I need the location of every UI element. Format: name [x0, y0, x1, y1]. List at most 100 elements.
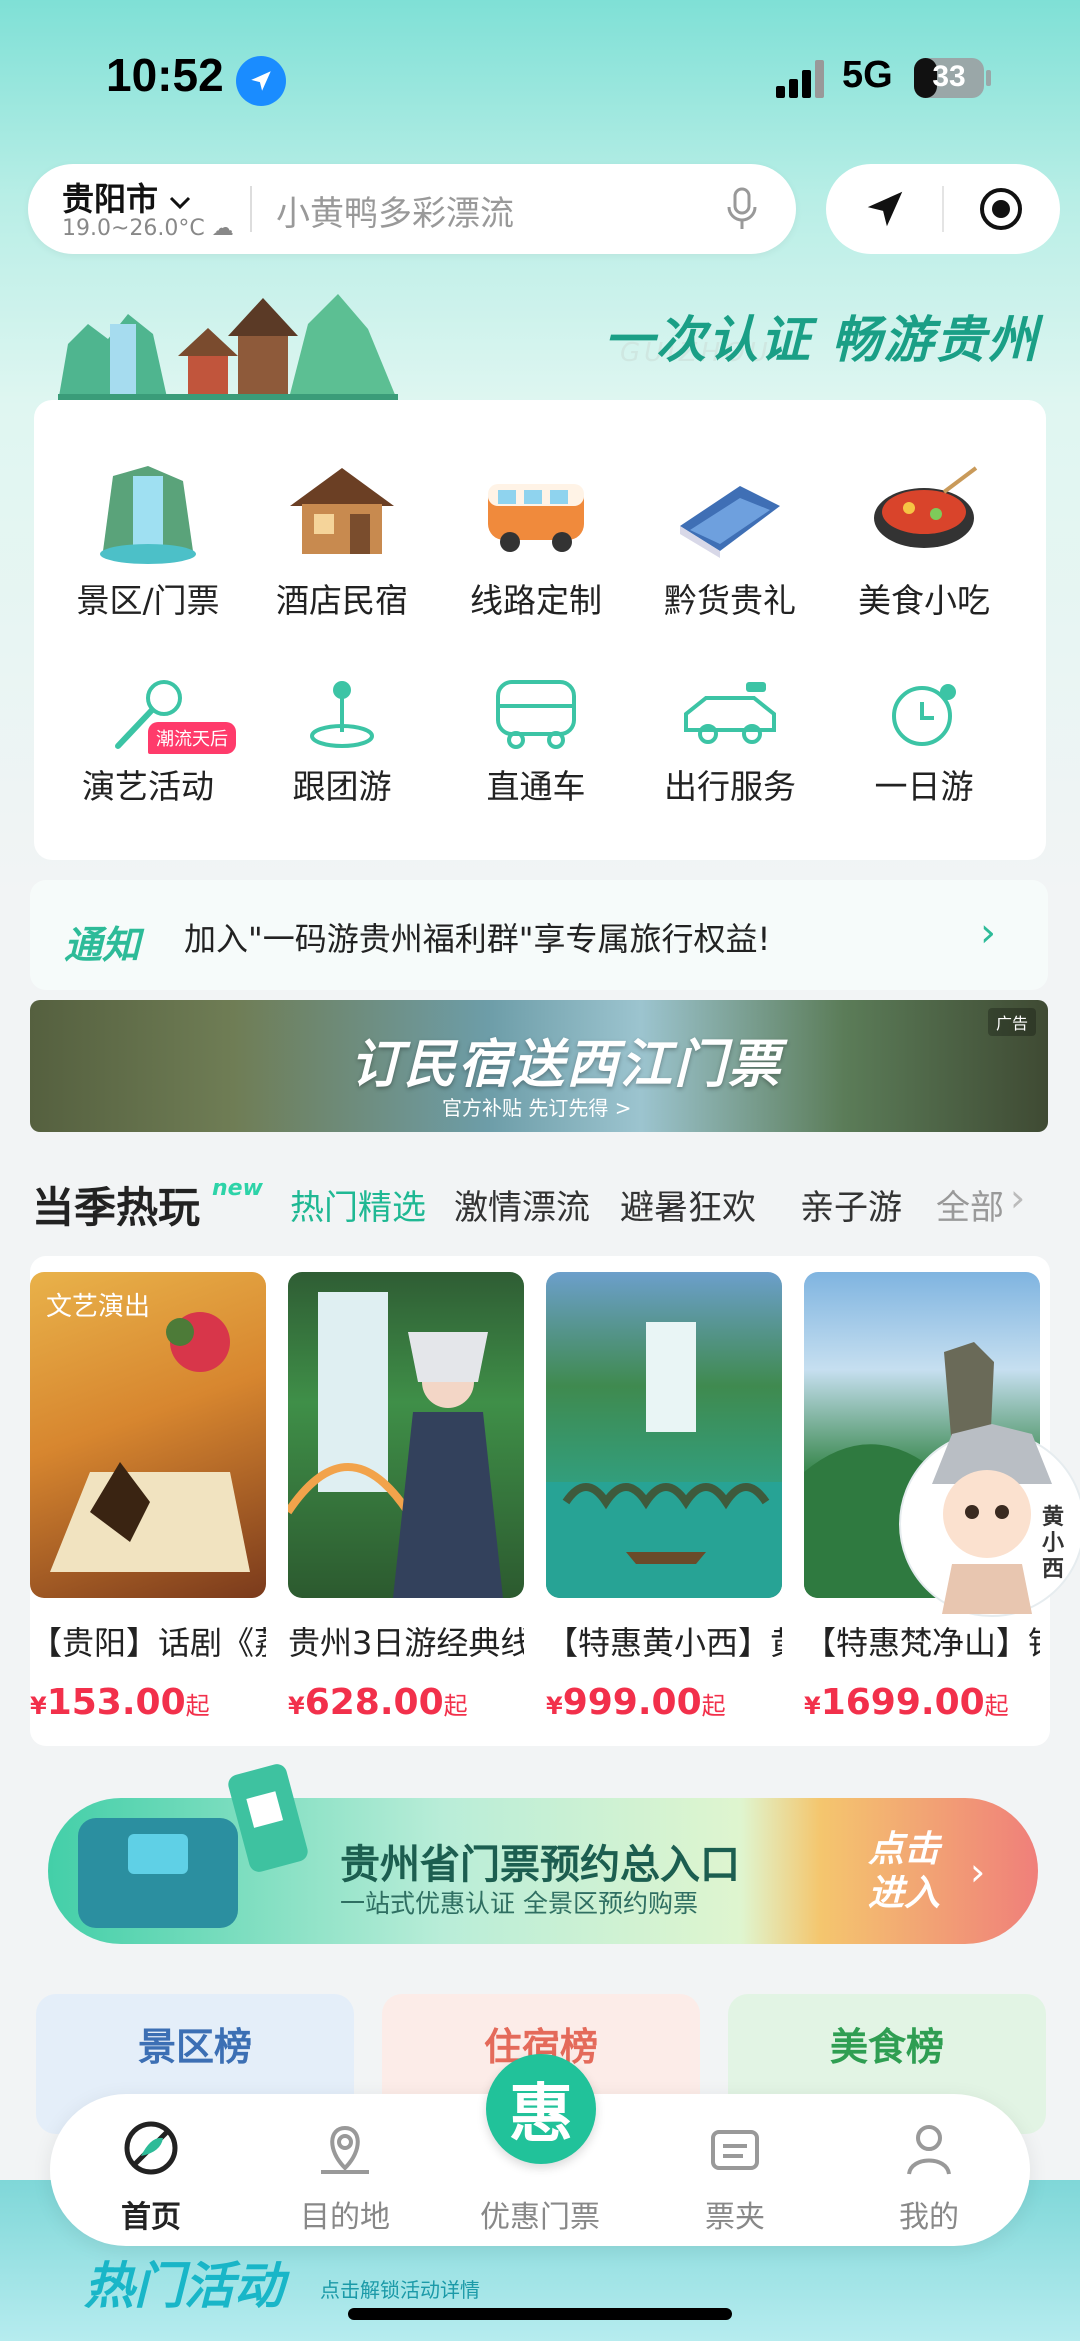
weather-text: 19.0~26.0°C ☁ [62, 216, 234, 241]
header-actions [826, 164, 1060, 254]
clock-icon [864, 676, 984, 752]
cloud-icon: ☁ [211, 216, 234, 241]
currency: ¥ [546, 1692, 563, 1720]
nav-home[interactable]: 首页 [76, 2116, 226, 2236]
category-scenic-tickets[interactable]: 景区/门票 [58, 456, 238, 622]
category-travel-service[interactable]: 出行服务 [640, 676, 820, 808]
category-label: 一日游 [874, 767, 974, 806]
product-price: ¥1699.00起 [804, 1682, 1040, 1723]
category-label: 黔货贵礼 [664, 581, 796, 620]
entry-subtitle: 一站式优惠认证 全景区预约购票 [340, 1889, 698, 1918]
product-name: 【特惠梵净山】铜仁 [804, 1624, 1040, 1662]
product-price: ¥999.00起 [546, 1682, 782, 1723]
search-input[interactable]: 小黄鸭多彩漂流 [276, 186, 514, 235]
tab-summer[interactable]: 避暑狂欢 [620, 1180, 756, 1229]
ad-badge: 广告 [987, 1008, 1036, 1036]
home-icon [119, 2116, 183, 2180]
bus-icon [476, 676, 596, 752]
car-icon [670, 676, 790, 752]
tab-rafting[interactable]: 激情漂流 [454, 1180, 590, 1229]
product-card[interactable]: 贵州3日游经典线路 ¥628.00起 [288, 1272, 524, 1723]
product-name: 【特惠黄小西】黄果 [546, 1624, 782, 1662]
category-label: 美食小吃 [858, 581, 990, 620]
mascot-name: 黄小西 [1042, 1504, 1065, 1582]
new-badge: new [212, 1176, 263, 1201]
category-label: 出行服务 [664, 767, 796, 806]
currency: ¥ [804, 1692, 821, 1720]
tab-all[interactable]: 全部 [936, 1180, 1004, 1229]
nav-label: 目的地 [300, 2200, 390, 2235]
city-name: 贵阳市 [62, 180, 159, 218]
category-route[interactable]: 线路定制 [446, 456, 626, 622]
status-bar: 10:52 5G 33 [0, 0, 1080, 150]
nav-label: 票夹 [705, 2200, 765, 2235]
currency: ¥ [30, 1692, 47, 1720]
house-icon [282, 456, 402, 566]
price-suffix: 起 [984, 1692, 1009, 1720]
nav-discount-tickets[interactable]: 优惠门票 [465, 2116, 615, 2236]
price-amount: 153.00 [46, 1682, 186, 1723]
entry-button[interactable]: 点击进入 [868, 1828, 968, 1916]
ranking-label: 景区榜 [137, 2025, 252, 2069]
pin-icon [282, 676, 402, 752]
location-arrow-icon [236, 56, 286, 106]
nav-destination[interactable]: 目的地 [270, 2116, 420, 2236]
navigate-icon[interactable] [862, 186, 908, 232]
category-label: 线路定制 [470, 581, 602, 620]
battery-level: 33 [932, 60, 966, 93]
hotpot-icon [864, 456, 984, 566]
actions-divider [942, 186, 944, 232]
category-day-trip[interactable]: 一日游 [834, 676, 1014, 808]
ad-title: 订民宿送西江门票 [350, 1035, 783, 1095]
category-food[interactable]: 美食小吃 [834, 456, 1014, 622]
nav-mine[interactable]: 我的 [854, 2116, 1004, 2236]
temperature-range: 19.0~26.0°C [62, 216, 205, 241]
nav-ticket-wallet[interactable]: 票夹 [660, 2116, 810, 2236]
ad-subtitle: 官方补贴 先订先得 > [442, 1096, 632, 1120]
product-price: ¥153.00起 [30, 1682, 266, 1723]
nav-label: 我的 [899, 2200, 959, 2235]
mascot-avatar[interactable]: 黄小西 [892, 1414, 1080, 1624]
category-hotel[interactable]: 酒店民宿 [252, 456, 432, 622]
gift-icon [670, 456, 790, 566]
notice-bar[interactable]: 通知 加入"一码游贵州福利群"享专属旅行权益! › [30, 880, 1048, 990]
microphone-icon[interactable] [722, 186, 762, 232]
ad-banner[interactable]: 订民宿送西江门票 官方补贴 先订先得 > 广告 [30, 1000, 1048, 1132]
banner-slogan: 一次认证 畅游贵州 [604, 311, 1040, 369]
signal-icon [776, 60, 828, 98]
category-label: 直通车 [486, 767, 586, 806]
ranking-label: 美食榜 [829, 2025, 944, 2069]
trend-tag: 潮流天后 [148, 722, 236, 754]
banner-illustration [58, 284, 398, 402]
hot-activity-title: 热门活动 [84, 2257, 284, 2315]
category-label: 景区/门票 [76, 581, 220, 620]
product-card[interactable]: 【特惠黄小西】黄果 ¥999.00起 [546, 1272, 782, 1723]
chevron-right-icon: › [970, 1850, 986, 1894]
status-time: 10:52 [106, 49, 224, 101]
category-gifts[interactable]: 黔货贵礼 [640, 456, 820, 622]
city-selector[interactable]: 贵阳市 [62, 174, 191, 220]
battery-icon: 33 [914, 58, 984, 98]
ticket-machine-icon [78, 1764, 308, 1928]
tab-hot-picks[interactable]: 热门精选 [290, 1180, 426, 1229]
search-bar[interactable]: 贵阳市 19.0~26.0°C ☁ 小黄鸭多彩漂流 [28, 164, 796, 254]
chevron-right-icon: › [1010, 1176, 1026, 1220]
category-shuttle[interactable]: 直通车 [446, 676, 626, 808]
price-amount: 1699.00 [820, 1682, 985, 1723]
map-pin-icon [313, 2116, 377, 2180]
search-divider [250, 186, 252, 232]
product-name: 贵州3日游经典线路 [288, 1624, 524, 1662]
product-card[interactable]: 文艺演出 【贵阳】话剧《荔枝 ¥153.00起 [30, 1272, 266, 1723]
currency: ¥ [288, 1692, 305, 1720]
waterfall-icon [88, 456, 208, 566]
category-group-tour[interactable]: 跟团游 [252, 676, 432, 808]
van-icon [476, 456, 596, 566]
scan-icon[interactable] [978, 186, 1024, 232]
section-title: 当季热玩 [32, 1183, 201, 1232]
nav-label: 首页 [121, 2200, 181, 2235]
hot-activity-subtitle[interactable]: 点击解锁活动详情 [320, 2274, 480, 2303]
chevron-right-icon: › [980, 910, 996, 956]
tab-family[interactable]: 亲子游 [800, 1180, 902, 1229]
notice-text: 加入"一码游贵州福利群"享专属旅行权益! [184, 920, 771, 958]
